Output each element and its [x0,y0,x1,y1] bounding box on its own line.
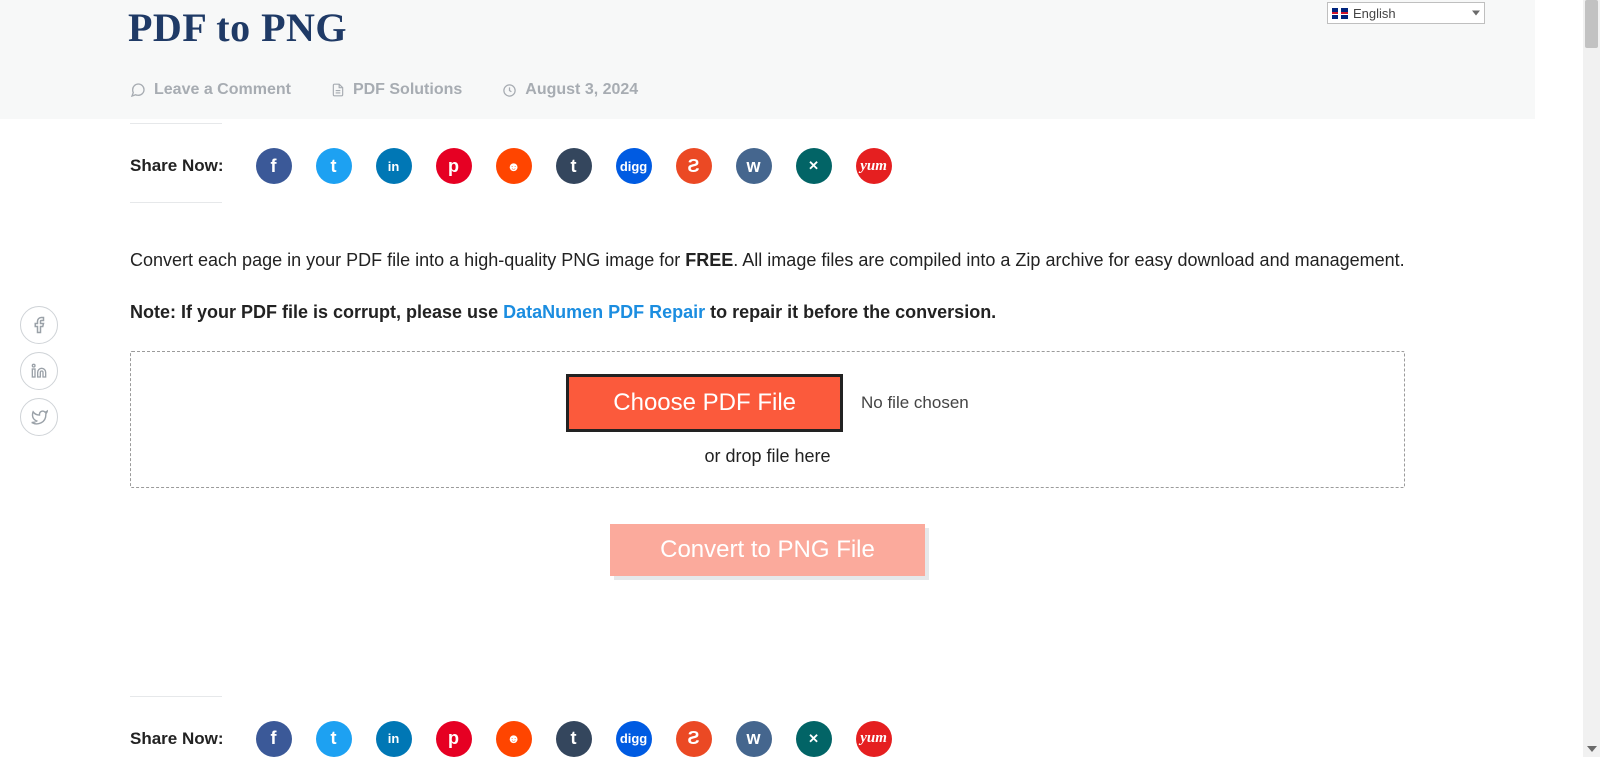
float-linkedin-icon[interactable] [20,352,58,390]
share-tumblr-icon[interactable]: t [556,721,592,757]
comment-label: Leave a Comment [154,81,291,99]
share-pinterest-icon[interactable]: p [436,148,472,184]
comment-link[interactable]: Leave a Comment [130,81,291,99]
choose-file-button[interactable]: Choose PDF File [566,374,843,432]
category-link[interactable]: PDF Solutions [331,81,462,99]
scroll-down-icon[interactable] [1583,740,1600,757]
share-digg-icon[interactable]: digg [616,721,652,757]
dropzone-hint: or drop file here [141,446,1394,467]
share-twitter-icon[interactable]: t [316,721,352,757]
share-linkedin-icon[interactable]: in [376,721,412,757]
share-twitter-icon[interactable]: t [316,148,352,184]
file-dropzone[interactable]: Choose PDF File No file chosen or drop f… [130,351,1405,488]
category-label: PDF Solutions [353,81,462,99]
divider [130,202,222,203]
comment-icon [130,82,146,98]
share-reddit-icon[interactable]: ☻ [496,148,532,184]
share-stumbleupon-icon[interactable]: Ƨ [676,721,712,757]
share-pinterest-icon[interactable]: p [436,721,472,757]
file-chosen-status: No file chosen [861,393,969,413]
pdf-repair-link[interactable]: DataNumen PDF Repair [503,302,705,322]
scrollbar-thumb[interactable] [1585,0,1598,48]
date-meta: August 3, 2024 [502,81,638,99]
share-label: Share Now: [130,729,224,749]
share-facebook-icon[interactable]: f [256,148,292,184]
share-yummly-icon[interactable]: yum [856,148,892,184]
language-label: English [1353,6,1396,21]
share-vk-icon[interactable]: w [736,148,772,184]
note-paragraph: Note: If your PDF file is corrupt, pleas… [130,299,1405,327]
page-title: PDF to PNG [128,4,1405,51]
share-label: Share Now: [130,156,224,176]
flag-uk-icon [1332,8,1348,19]
share-tumblr-icon[interactable]: t [556,148,592,184]
share-vk-icon[interactable]: w [736,721,772,757]
floating-social [20,306,58,436]
document-icon [331,82,345,98]
share-row-top: Share Now: ftinp☻tdiggƧw✕yum [130,124,1405,202]
date-label: August 3, 2024 [525,81,638,99]
chevron-down-icon [1472,11,1480,16]
float-facebook-icon[interactable] [20,306,58,344]
share-reddit-icon[interactable]: ☻ [496,721,532,757]
language-selector[interactable]: English [1327,2,1485,24]
share-stumbleupon-icon[interactable]: Ƨ [676,148,712,184]
vertical-scrollbar[interactable] [1583,0,1600,757]
post-meta: Leave a Comment PDF Solutions August 3, … [130,81,1405,99]
share-row-bottom: Share Now: ftinp☻tdiggƧw✕yum [130,697,1405,757]
intro-paragraph: Convert each page in your PDF file into … [130,247,1405,275]
share-linkedin-icon[interactable]: in [376,148,412,184]
share-digg-icon[interactable]: digg [616,148,652,184]
share-yummly-icon[interactable]: yum [856,721,892,757]
float-twitter-icon[interactable] [20,398,58,436]
clock-icon [502,83,517,98]
convert-button[interactable]: Convert to PNG File [610,524,925,576]
share-facebook-icon[interactable]: f [256,721,292,757]
share-xing-icon[interactable]: ✕ [796,721,832,757]
share-xing-icon[interactable]: ✕ [796,148,832,184]
